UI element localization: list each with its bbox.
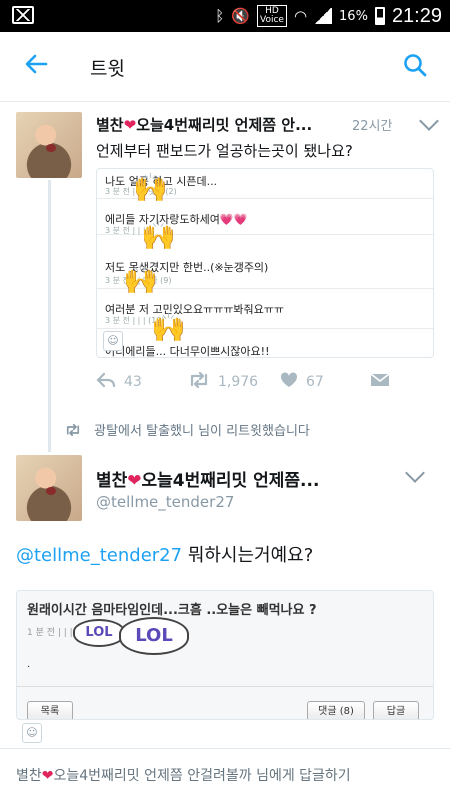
mute-icon: 🔇 — [231, 6, 250, 25]
wifi-icon: ◠ — [293, 6, 308, 25]
status-bar: ᛒ 🔇 HD Voice ◠ 16% 21:29 — [0, 0, 450, 32]
chevron-down-icon[interactable] — [405, 463, 425, 483]
avatar[interactable] — [16, 455, 82, 521]
mention-link[interactable]: @tellme_tender27 — [16, 545, 182, 566]
heart-icon — [280, 372, 298, 392]
app-bar: 트윗 — [0, 32, 450, 102]
hd-voice-icon: HD Voice — [256, 5, 287, 27]
raised-hands-icon: 🙌 — [123, 263, 158, 296]
tweet-media-image[interactable]: 나도 얼공 하고 시픈데... 3 분 전 | | | 댓글 (2) 에리들 자… — [96, 168, 434, 358]
card-dot: . — [27, 659, 31, 670]
retweet-count: 1,976 — [218, 374, 259, 390]
tweet-text: 언제부터 팬보드가 얼공하는곳이 됐나요? — [96, 142, 353, 160]
signal-icon — [314, 8, 333, 24]
raised-hands-icon: 🙌 — [133, 171, 168, 204]
reply-action[interactable]: 43 — [96, 372, 142, 392]
tweet-media-image[interactable]: 원래이시간 음마타임인데...크흠 ..오늘은 빼먹나요 ? 1 분 전 | |… — [16, 590, 434, 720]
reply-bar[interactable]: 별찬❤오늘4번째리밋 언제쯤 안걸려볼까 님에게 답글하기 — [0, 748, 450, 800]
page-title: 트윗 — [90, 58, 125, 80]
retweet-icon — [188, 371, 210, 392]
search-icon[interactable] — [402, 52, 428, 78]
thread-line — [48, 180, 51, 452]
raised-hands-icon: 🙌 — [151, 311, 186, 344]
author-handle[interactable]: @tellme_tender27 — [96, 493, 234, 511]
back-arrow-icon[interactable] — [22, 50, 52, 80]
reply-count: 43 — [124, 374, 142, 390]
battery-percent: 16% — [339, 8, 368, 24]
clock: 21:29 — [391, 4, 442, 27]
retweet-action[interactable]: 1,976 — [188, 371, 259, 392]
card-title: 원래이시간 음마타임인데...크흠 ..오늘은 빼먹나요 ? — [27, 603, 317, 618]
battery-icon — [374, 7, 385, 25]
direct-message-action[interactable] — [370, 372, 390, 392]
reply-button: 답글 — [373, 701, 419, 719]
chevron-down-icon[interactable] — [419, 111, 439, 131]
retweet-icon — [64, 423, 86, 439]
reply-icon — [96, 372, 116, 392]
comment-button: 댓글 (8) — [307, 701, 365, 719]
author-name[interactable]: 별찬❤오늘4번째리밋 언제쯤... — [96, 466, 319, 491]
raised-hands-icon: 🙌 — [141, 219, 176, 252]
retweet-notice[interactable]: 광탈에서 탈출했니 님이 리트윗했습니다 — [64, 420, 310, 439]
status-icons: ᛒ 🔇 HD Voice ◠ 16% 21:29 — [215, 4, 442, 28]
reply-input[interactable]: 별찬❤오늘4번째리밋 언제쯤 안걸려볼까 님에게 답글하기 — [16, 765, 351, 785]
bluetooth-icon: ᛒ — [215, 6, 225, 25]
like-action[interactable]: 67 — [280, 372, 324, 392]
envelope-icon — [370, 372, 390, 392]
media-row: 여러분 저 고민있오요ㅠㅠㅠ봐줘요ㅠㅠ 3 분 전 | | | (19) — [97, 295, 433, 329]
media-row: 어디에리들... 다너무이쁘시잖아요!! — [105, 345, 270, 358]
mail-icon — [12, 6, 34, 24]
avatar[interactable] — [16, 112, 82, 178]
lol-sticker: LOL — [73, 619, 125, 647]
author-name[interactable]: 별찬❤오늘4번째리밋 언제쯤 안... — [96, 114, 341, 135]
gif-sticker-icon: ☺ — [22, 723, 42, 743]
lol-sticker: LOL — [119, 617, 189, 655]
gif-sticker-icon: ☺ — [103, 331, 123, 351]
like-count: 67 — [306, 374, 324, 390]
tweet-text: @tellme_tender27 뭐하시는거예요? — [16, 545, 314, 566]
list-button: 목록 — [27, 701, 73, 719]
tweet-time: 22시간 — [352, 119, 393, 134]
tweet-actions: 43 1,976 67 — [96, 371, 426, 394]
